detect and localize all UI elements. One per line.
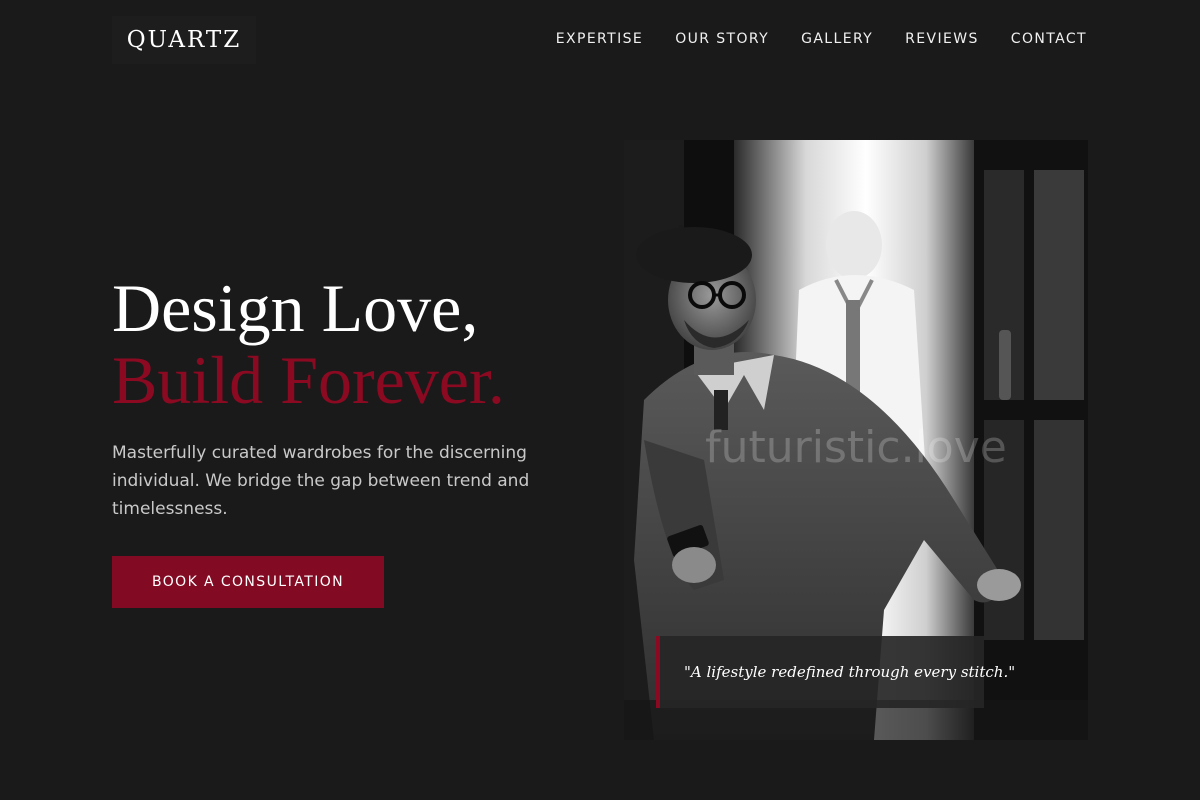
headline-line-1: Design Love,	[112, 270, 479, 346]
headline-line-2: Build Forever.	[112, 342, 505, 418]
main-nav: EXPERTISE OUR STORY GALLERY REVIEWS CONT…	[556, 31, 1087, 47]
nav-item-expertise[interactable]: EXPERTISE	[556, 31, 643, 47]
hero-photo: futuristic.love "A lifestyle redefined t…	[624, 140, 1088, 740]
quote-text: "A lifestyle redefined through every sti…	[684, 663, 1016, 681]
brand-name: QUARTZ	[126, 27, 242, 53]
brand-logo[interactable]: QUARTZ	[112, 16, 256, 64]
nav-item-our-story[interactable]: OUR STORY	[675, 31, 769, 47]
quote-card: "A lifestyle redefined through every sti…	[656, 636, 1015, 708]
hero-subtext: Masterfully curated wardrobes for the di…	[112, 443, 530, 519]
nav-item-gallery[interactable]: GALLERY	[801, 31, 873, 47]
book-consultation-button[interactable]: BOOK A CONSULTATION	[112, 556, 384, 608]
nav-item-contact[interactable]: CONTACT	[1011, 31, 1087, 47]
hero-headline: Design Love, Build Forever.	[112, 272, 505, 416]
nav-item-reviews[interactable]: REVIEWS	[905, 31, 979, 47]
